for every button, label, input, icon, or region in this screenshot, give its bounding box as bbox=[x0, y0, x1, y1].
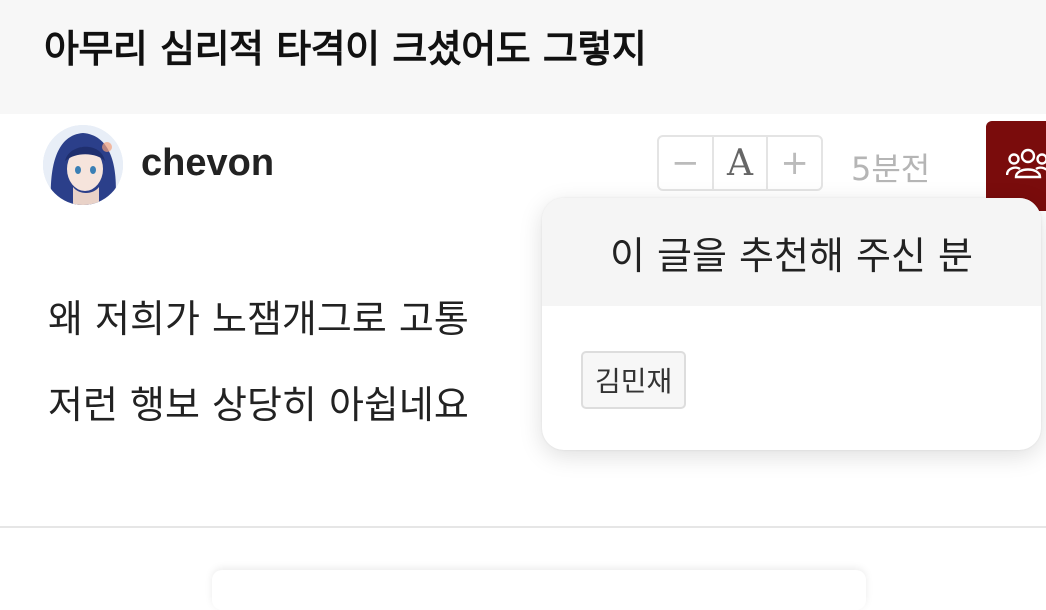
divider bbox=[0, 526, 1046, 528]
font-size-control: − A + bbox=[657, 135, 823, 191]
font-decrease-button[interactable]: − bbox=[659, 137, 712, 189]
author-name[interactable]: chevon bbox=[141, 142, 274, 185]
post-time: 5분전 bbox=[851, 144, 930, 190]
popup-title: 이 글을 추천해 주신 분 bbox=[542, 198, 1041, 306]
comment-card bbox=[212, 570, 866, 610]
avatar[interactable] bbox=[43, 125, 123, 205]
recommender-chip[interactable]: 김민재 bbox=[581, 351, 686, 409]
post-body: 왜 저희가 노잼개그로 고통 저런 행보 상당히 아쉽네요 bbox=[48, 276, 469, 448]
recommenders-popup: 이 글을 추천해 주신 분 김민재 bbox=[542, 198, 1041, 450]
font-increase-button[interactable]: + bbox=[768, 137, 821, 189]
font-size-label: A bbox=[712, 137, 769, 189]
post-body-line: 저런 행보 상당히 아쉽네요 bbox=[48, 362, 469, 448]
people-icon bbox=[1006, 145, 1046, 185]
avatar-image bbox=[43, 125, 123, 205]
post-title-bar: 아무리 심리적 타격이 크셨어도 그렇지 bbox=[0, 0, 1046, 114]
post-body-line: 왜 저희가 노잼개그로 고통 bbox=[48, 276, 469, 362]
post-title: 아무리 심리적 타격이 크셨어도 그렇지 bbox=[44, 18, 646, 73]
